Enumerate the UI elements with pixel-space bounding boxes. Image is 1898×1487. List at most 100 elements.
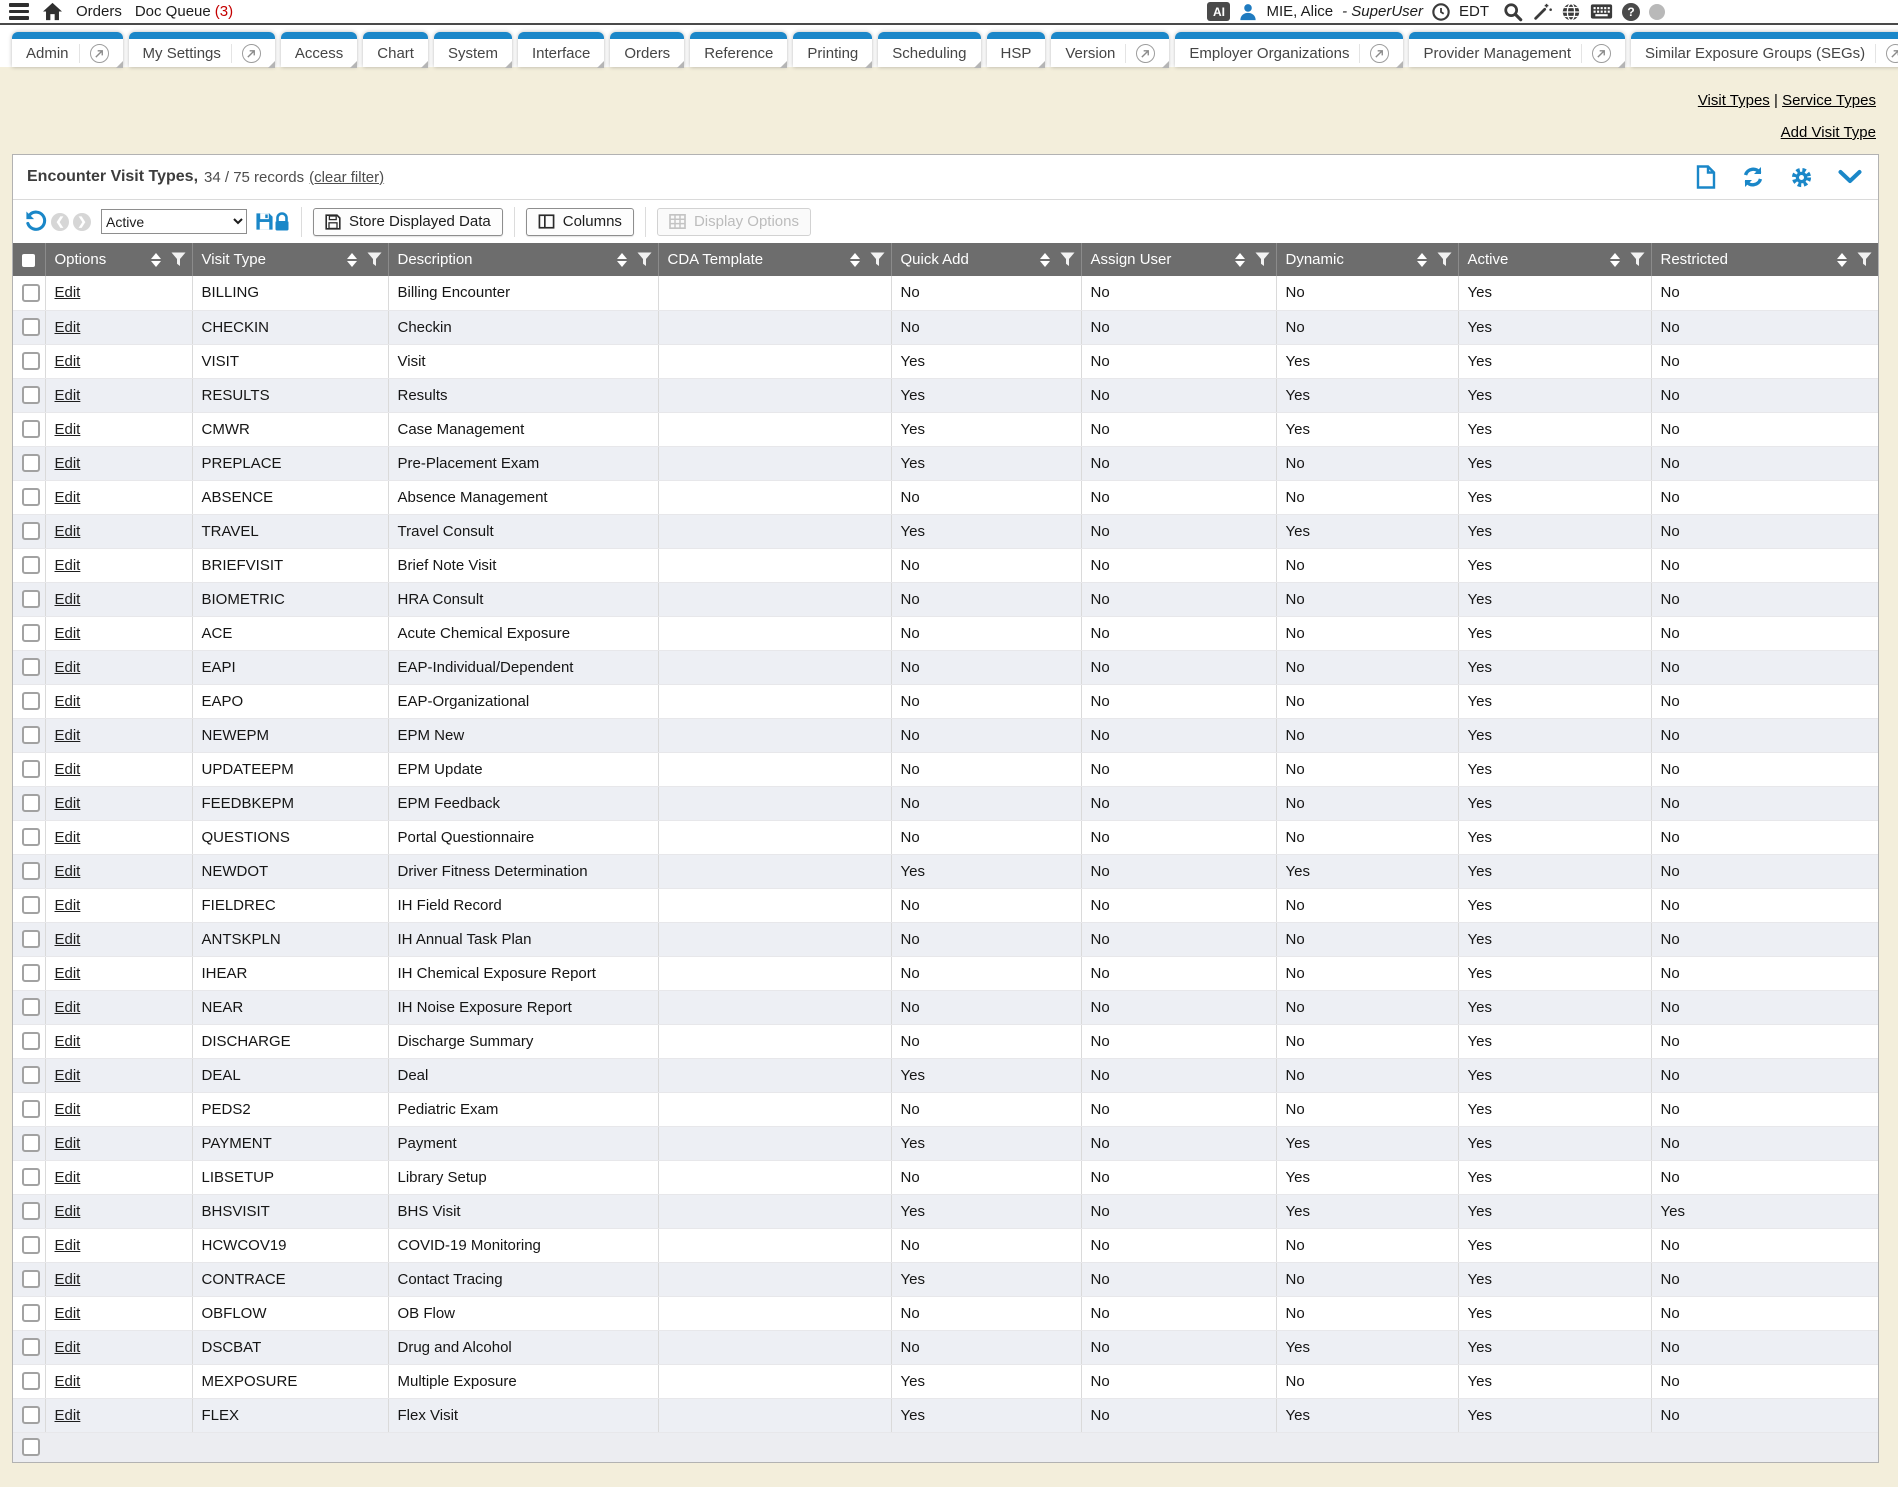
sort-icon[interactable]: [617, 253, 627, 267]
tab-reference[interactable]: Reference: [690, 32, 787, 67]
status-filter-select[interactable]: Active: [101, 209, 247, 234]
row-checkbox[interactable]: [22, 930, 40, 948]
external-link-icon[interactable]: [1359, 44, 1389, 63]
tab-admin[interactable]: Admin: [12, 32, 123, 67]
tab-employer-organizations[interactable]: Employer Organizations: [1175, 32, 1403, 67]
tab-printing[interactable]: Printing: [793, 32, 872, 67]
edit-link[interactable]: Edit: [55, 353, 81, 370]
tab-interface[interactable]: Interface: [518, 32, 604, 67]
edit-link[interactable]: Edit: [55, 1339, 81, 1356]
edit-link[interactable]: Edit: [55, 795, 81, 812]
gear-icon[interactable]: [1790, 166, 1813, 189]
row-checkbox[interactable]: [22, 318, 40, 336]
external-link-icon[interactable]: [1125, 44, 1155, 63]
row-checkbox[interactable]: [22, 828, 40, 846]
edit-link[interactable]: Edit: [55, 489, 81, 506]
row-checkbox[interactable]: [22, 794, 40, 812]
row-checkbox[interactable]: [22, 488, 40, 506]
edit-link[interactable]: Edit: [55, 1373, 81, 1390]
filter-funnel-icon[interactable]: [367, 252, 382, 267]
sort-icon[interactable]: [347, 253, 357, 267]
clear-filter-link[interactable]: (clear filter): [309, 169, 384, 186]
edit-link[interactable]: Edit: [55, 1237, 81, 1254]
edit-link[interactable]: Edit: [55, 659, 81, 676]
tab-scheduling[interactable]: Scheduling: [878, 32, 980, 67]
home-icon[interactable]: [42, 2, 63, 21]
sort-icon[interactable]: [1235, 253, 1245, 267]
filter-funnel-icon[interactable]: [1857, 252, 1872, 267]
sort-icon[interactable]: [1837, 253, 1847, 267]
filter-funnel-icon[interactable]: [1255, 252, 1270, 267]
row-checkbox[interactable]: [22, 1406, 40, 1424]
tab-chart[interactable]: Chart: [363, 32, 428, 67]
edit-link[interactable]: Edit: [55, 693, 81, 710]
row-checkbox[interactable]: [22, 454, 40, 472]
row-checkbox[interactable]: [22, 420, 40, 438]
select-all-checkbox[interactable]: [22, 254, 35, 267]
row-checkbox[interactable]: [22, 386, 40, 404]
edit-link[interactable]: Edit: [55, 455, 81, 472]
edit-link[interactable]: Edit: [55, 863, 81, 880]
tab-orders[interactable]: Orders: [610, 32, 684, 67]
row-checkbox[interactable]: [22, 1066, 40, 1084]
add-visit-type-link[interactable]: Add Visit Type: [1781, 124, 1876, 141]
previous-page-icon[interactable]: ❮: [51, 213, 69, 231]
row-checkbox[interactable]: [22, 862, 40, 880]
row-checkbox[interactable]: [22, 1100, 40, 1118]
save-filter-icon[interactable]: [255, 212, 274, 231]
store-displayed-data-button[interactable]: Store Displayed Data: [313, 208, 503, 236]
edit-link[interactable]: Edit: [55, 999, 81, 1016]
edit-link[interactable]: Edit: [55, 1203, 81, 1220]
row-checkbox[interactable]: [22, 1338, 40, 1356]
edit-link[interactable]: Edit: [55, 1135, 81, 1152]
next-page-icon[interactable]: ❯: [73, 213, 91, 231]
edit-link[interactable]: Edit: [55, 284, 81, 301]
lock-icon[interactable]: [274, 212, 290, 232]
row-checkbox[interactable]: [22, 1236, 40, 1254]
edit-link[interactable]: Edit: [55, 1271, 81, 1288]
sort-icon[interactable]: [850, 253, 860, 267]
external-link-icon[interactable]: [1875, 44, 1898, 63]
columns-button[interactable]: Columns: [526, 208, 634, 236]
sort-icon[interactable]: [1610, 253, 1620, 267]
search-icon[interactable]: [1503, 2, 1523, 22]
edit-link[interactable]: Edit: [55, 523, 81, 540]
edit-link[interactable]: Edit: [55, 319, 81, 336]
edit-link[interactable]: Edit: [55, 897, 81, 914]
edit-link[interactable]: Edit: [55, 625, 81, 642]
edit-link[interactable]: Edit: [55, 421, 81, 438]
tab-similar-exposure-groups-segs[interactable]: Similar Exposure Groups (SEGs): [1631, 32, 1898, 67]
row-checkbox[interactable]: [22, 658, 40, 676]
footer-row-checkbox[interactable]: [22, 1438, 40, 1456]
row-checkbox[interactable]: [22, 1168, 40, 1186]
tab-system[interactable]: System: [434, 32, 512, 67]
row-checkbox[interactable]: [22, 1134, 40, 1152]
row-checkbox[interactable]: [22, 522, 40, 540]
edit-link[interactable]: Edit: [55, 1067, 81, 1084]
row-checkbox[interactable]: [22, 1372, 40, 1390]
ai-assistant-icon[interactable]: AI: [1207, 2, 1230, 21]
row-checkbox[interactable]: [22, 896, 40, 914]
row-checkbox[interactable]: [22, 1270, 40, 1288]
tab-provider-management[interactable]: Provider Management: [1409, 32, 1625, 67]
row-checkbox[interactable]: [22, 352, 40, 370]
row-checkbox[interactable]: [22, 760, 40, 778]
visit-types-link[interactable]: Visit Types: [1698, 92, 1770, 109]
row-checkbox[interactable]: [22, 726, 40, 744]
row-checkbox[interactable]: [22, 1032, 40, 1050]
row-checkbox[interactable]: [22, 692, 40, 710]
edit-link[interactable]: Edit: [55, 1033, 81, 1050]
row-checkbox[interactable]: [22, 590, 40, 608]
filter-funnel-icon[interactable]: [1437, 252, 1452, 267]
undo-icon[interactable]: [24, 210, 47, 233]
edit-link[interactable]: Edit: [55, 1101, 81, 1118]
edit-link[interactable]: Edit: [55, 931, 81, 948]
tab-access[interactable]: Access: [281, 32, 357, 67]
row-checkbox[interactable]: [22, 964, 40, 982]
sort-icon[interactable]: [151, 253, 161, 267]
service-types-link[interactable]: Service Types: [1782, 92, 1876, 109]
globe-icon[interactable]: [1561, 2, 1581, 22]
hamburger-menu-icon[interactable]: [9, 3, 29, 20]
edit-link[interactable]: Edit: [55, 1305, 81, 1322]
filter-funnel-icon[interactable]: [171, 252, 186, 267]
